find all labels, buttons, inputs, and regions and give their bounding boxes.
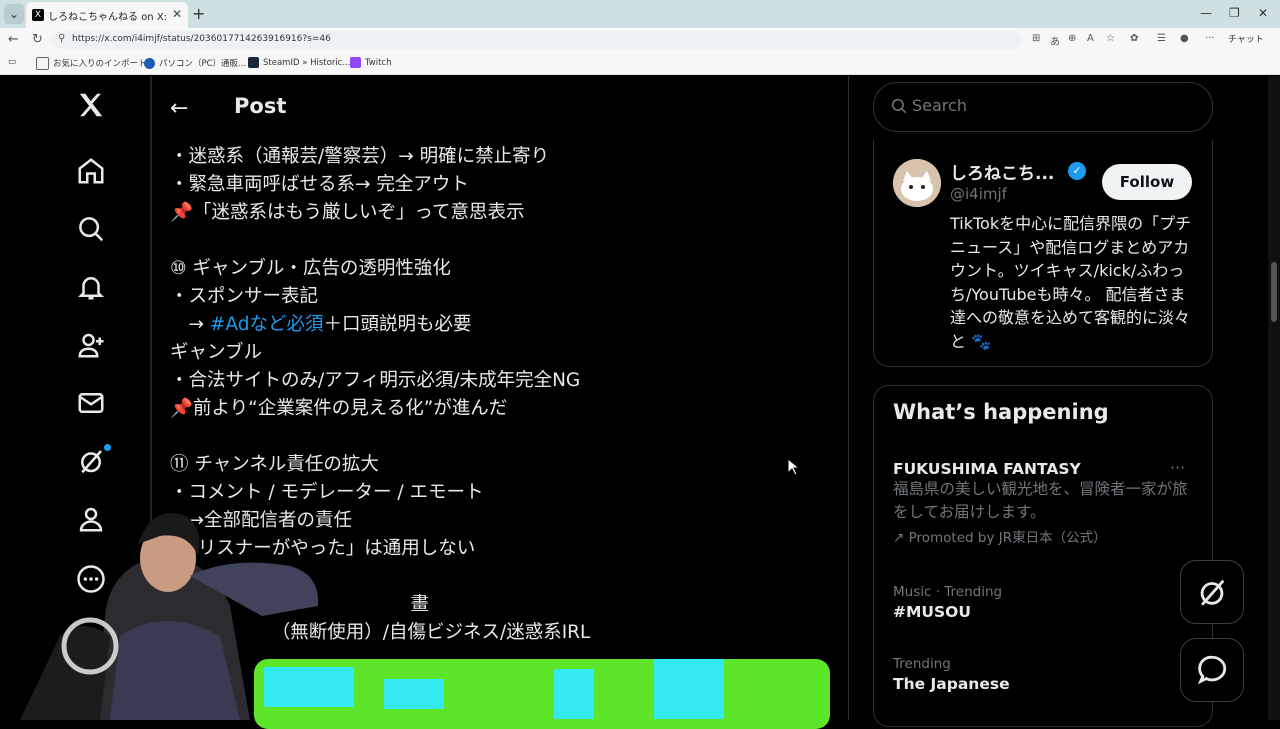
zoom-icon[interactable]: ⊕ [1068, 33, 1076, 44]
reload-icon[interactable]: ↻ [32, 32, 43, 47]
notifications-bell-icon[interactable] [76, 272, 112, 308]
media-block [384, 679, 444, 709]
steam-icon [248, 57, 259, 68]
post-line: ・緊急車両呼ばせる系→ 完全アウト [170, 174, 469, 195]
profile-card: しろねこち... ✓ @i4imjf Follow TikTokを中心に配信界隈… [873, 140, 1213, 367]
post-line: ⑩ ギャンブル・広告の透明性強化 [170, 258, 451, 279]
tab-title: しろねこちゃんねる on X: "【KICK/規約 [48, 12, 168, 23]
whats-happening-panel: What’s happening FUKUSHIMA FANTASY 福島県の美… [873, 385, 1213, 727]
search-icon [891, 98, 907, 114]
twitch-icon [350, 57, 361, 68]
messages-mail-icon[interactable] [76, 388, 112, 424]
profile-handle[interactable]: @i4imjf [950, 185, 1007, 203]
bookmarks-menu-icon[interactable]: ▭ [8, 57, 16, 67]
profile-bio: TikTokを中心に配信界隈の「プチニュース」や配信ログまとめアカウント。ツイキ… [950, 214, 1192, 351]
post-line: ・合法サイトのみ/アフィ明示必須/未成年完全NG [170, 370, 581, 391]
post-line-hashtag: → #Adなど必須＋口頭説明も必要 [170, 314, 472, 335]
hashtag-link[interactable]: #Adなど必須 [210, 314, 324, 335]
grok-floating-button[interactable] [1180, 560, 1244, 624]
url-field[interactable]: ⚲ https://x.com/i4imjf/status/2036017714… [52, 31, 1022, 49]
browser-tab[interactable]: X しろねこちゃんねる on X: "【KICK/規約 ✕ [26, 2, 188, 28]
section-title: What’s happening [893, 400, 1109, 424]
explore-search-icon[interactable] [76, 214, 112, 250]
close-window-icon[interactable]: ✕ [1258, 6, 1268, 20]
search-placeholder: Search [912, 96, 967, 115]
messages-floating-button[interactable] [1180, 638, 1244, 702]
post-line: 📌前より“企業案件の見える化”が進んだ [170, 398, 508, 419]
post-line [170, 423, 810, 451]
follow-add-user-icon[interactable] [76, 330, 112, 366]
follow-button[interactable]: Follow [1102, 164, 1192, 200]
media-block [554, 669, 594, 719]
url-text: https://x.com/i4imjf/status/203601771426… [72, 34, 331, 44]
mouse-cursor-icon [787, 458, 799, 476]
grok-icon [1200, 579, 1225, 606]
avatar[interactable] [893, 159, 941, 207]
more-menu-icon[interactable]: ··· [1205, 33, 1215, 44]
grok-icon[interactable] [76, 444, 112, 482]
x-logo-icon[interactable] [76, 90, 112, 126]
trend-title: #MUSOU [893, 603, 971, 621]
bookmark-pc[interactable]: パソコン（PC）通販... [144, 57, 246, 69]
copilot-chat-button[interactable]: チャット [1228, 32, 1264, 45]
scrollbar-thumb[interactable] [1271, 262, 1277, 322]
bookmark-import[interactable]: お気に入りのインポート [36, 57, 147, 70]
post-line [170, 227, 810, 255]
home-icon[interactable] [76, 156, 112, 192]
post-line: ・スポンサー表記 [170, 286, 319, 307]
trend-description: 福島県の美しい観光地を、冒険者一家が旅をしてお届けします。 [893, 480, 1188, 521]
read-aloud-icon[interactable]: A [1087, 33, 1094, 44]
restore-icon[interactable]: ❐ [1229, 6, 1240, 20]
post-line: ⑪ チャンネル責任の拡大 [170, 454, 379, 475]
chat-bubble-icon [1197, 655, 1227, 685]
folder-icon [36, 57, 49, 70]
address-bar-row: ← ↻ ⚲ https://x.com/i4imjf/status/203601… [0, 28, 1280, 52]
app-available-icon[interactable]: ⊞ [1032, 33, 1040, 44]
favorite-star-icon[interactable]: ☆ [1106, 33, 1115, 44]
post-media-image[interactable] [254, 659, 830, 729]
x-favicon-icon: X [32, 9, 44, 21]
translate-icon[interactable]: あ [1050, 33, 1060, 48]
back-icon[interactable]: ← [8, 32, 19, 47]
post-line: ・迷惑系（通報芸/警察芸）→ 明確に禁止寄り [170, 146, 550, 167]
bookmark-steamid[interactable]: SteamID » Historic... [248, 57, 350, 68]
page-scrollbar[interactable] [1268, 76, 1280, 720]
trend-more-icon[interactable]: ··· [1170, 458, 1185, 477]
column-divider-right [848, 76, 849, 720]
post-line: 📌「迷惑系はもう厳しいぞ」って意思表示 [170, 202, 525, 223]
browser-tab-bar: ⌄ X しろねこちゃんねる on X: "【KICK/規約 ✕ + — ❐ ✕ [0, 0, 1280, 28]
promoted-icon: ↗ [893, 530, 909, 546]
profile-name[interactable]: しろねこち... [950, 159, 1054, 184]
bookmark-twitch[interactable]: Twitch [350, 57, 392, 68]
tab-actions-button[interactable]: ⌄ [4, 4, 24, 24]
extensions-icon[interactable]: ✿ [1130, 33, 1138, 44]
webcam-overlay-image [20, 513, 319, 720]
profile-avatar-icon[interactable]: ● [1180, 33, 1189, 44]
search-input[interactable]: Search [873, 82, 1213, 132]
new-tab-button[interactable]: + [192, 4, 205, 23]
trend-item[interactable]: FUKUSHIMA FANTASY 福島県の美しい観光地を、冒険者一家が旅をして… [893, 460, 1193, 546]
trend-title: The Japanese [893, 675, 1010, 693]
post-line: ギャンブル [170, 342, 262, 363]
notification-dot [104, 444, 111, 451]
favorites-icon[interactable]: ☰ [1157, 33, 1166, 44]
back-arrow-icon[interactable]: ← [170, 96, 188, 121]
page-title: Post [234, 94, 287, 118]
bookmarks-bar: ▭ お気に入りのインポート パソコン（PC）通販... SteamID » Hi… [0, 52, 1280, 75]
verified-badge-icon: ✓ [1068, 162, 1086, 180]
site-info-icon[interactable]: ⚲ [58, 33, 65, 44]
trend-meta: Music · Trending [893, 584, 1003, 600]
trend-title: FUKUSHIMA FANTASY [893, 460, 1081, 478]
trend-item[interactable]: Trending The Japanese [893, 656, 1193, 693]
promoted-label: ↗ Promoted by JR東日本（公式） [893, 530, 1107, 546]
minimize-icon[interactable]: — [1200, 6, 1212, 20]
media-block [654, 659, 724, 719]
trend-item[interactable]: Music · Trending #MUSOU [893, 584, 1193, 621]
tab-close-icon[interactable]: ✕ [172, 7, 182, 21]
pc-site-icon [144, 58, 155, 69]
trend-meta: Trending [893, 656, 951, 672]
